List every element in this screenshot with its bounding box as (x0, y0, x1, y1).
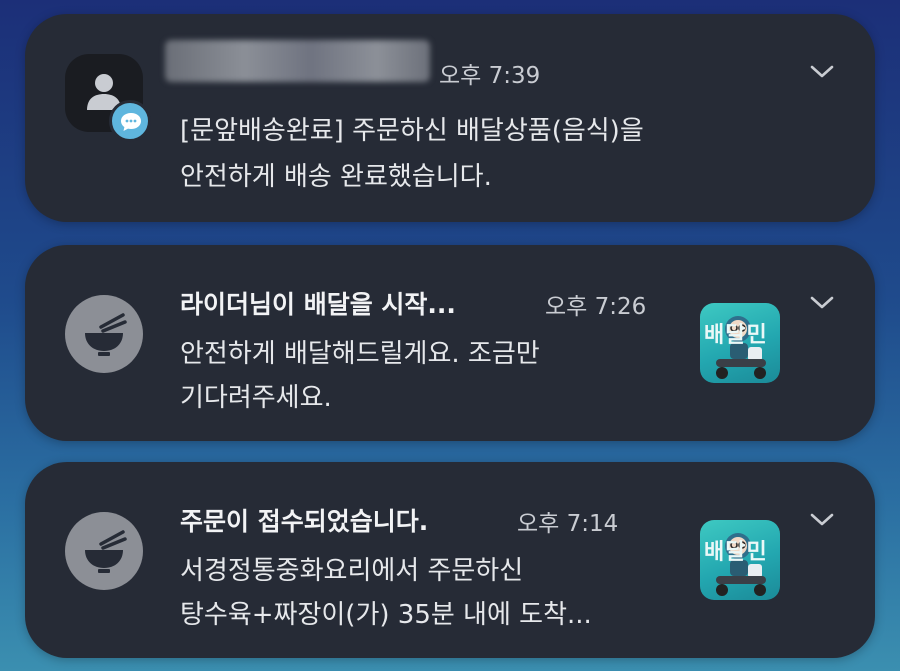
sender-name-redacted (165, 40, 430, 82)
thumbnail-brand-text: 배달민 (704, 540, 768, 565)
expand-chevron-icon[interactable] (807, 508, 837, 530)
expand-chevron-icon[interactable] (807, 60, 837, 82)
expand-chevron-icon[interactable] (807, 291, 837, 313)
bowl-chopsticks-icon (85, 530, 127, 573)
notification-body-line2: 안전하게 배송 완료했습니다. (180, 162, 492, 192)
app-icon (65, 295, 143, 373)
notification-time: 오후 7:14 (517, 511, 619, 537)
message-badge (109, 100, 151, 142)
notification-body-line2: 기다려주세요. (180, 383, 332, 413)
notification-thumbnail: 배달민 (700, 520, 780, 600)
notification-body-line1: 안전하게 배달해드릴게요. 조금만 (180, 339, 540, 369)
app-icon (65, 512, 143, 590)
notification-time: 오후 7:26 (545, 294, 647, 320)
notification-card-rider-start[interactable]: 라이더님이 배달을 시작... 오후 7:26 안전하게 배달해드릴게요. 조금… (25, 245, 875, 441)
notification-body-line2: 탕수육+짜장이(가) 35분 내에 도착... (180, 600, 592, 630)
notification-body-line1: 서경정통중화요리에서 주문하신 (180, 556, 524, 586)
notification-card-message[interactable]: 오후 7:39 [문앞배송완료] 주문하신 배달상품(음식)을 안전하게 배송 … (25, 14, 875, 222)
notification-time: 오후 7:39 (439, 63, 541, 89)
message-icon (121, 113, 141, 131)
thumbnail-brand-text: 배달민 (704, 323, 768, 348)
notification-title: 주문이 접수되었습니다. (180, 507, 429, 536)
bowl-chopsticks-icon (85, 313, 127, 356)
notification-card-order-received[interactable]: 주문이 접수되었습니다. 오후 7:14 서경정통중화요리에서 주문하신 탕수육… (25, 462, 875, 658)
notification-title: 라이더님이 배달을 시작... (180, 290, 456, 319)
notification-thumbnail: 배달민 (700, 303, 780, 383)
notification-body-line1: [문앞배송완료] 주문하신 배달상품(음식)을 (180, 116, 644, 146)
